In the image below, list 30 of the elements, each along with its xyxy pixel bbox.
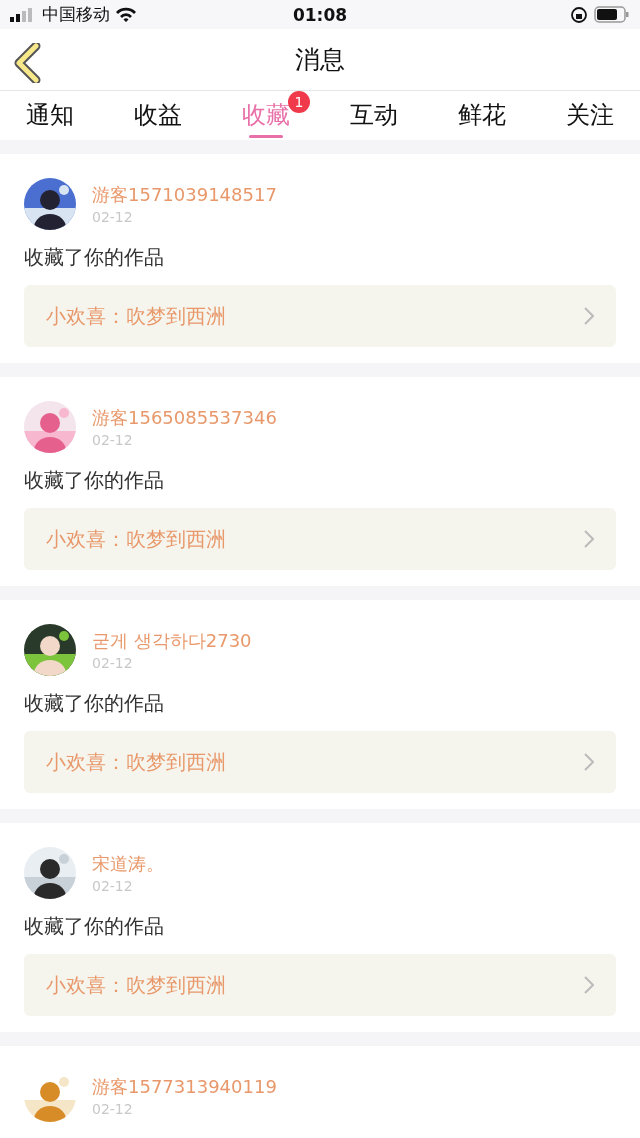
user-name[interactable]: 游客1571039148517	[92, 183, 277, 207]
chevron-right-icon	[584, 753, 594, 771]
work-link[interactable]: 小欢喜：吹梦到西洲	[24, 954, 616, 1016]
page-title: 消息	[295, 43, 345, 76]
chevron-right-icon	[584, 976, 594, 994]
tab[interactable]: 鲜花	[438, 90, 526, 140]
back-icon[interactable]	[14, 43, 42, 84]
user-name[interactable]: 游客1565085537346	[92, 406, 277, 430]
tab[interactable]: 互动	[330, 90, 418, 140]
work-link[interactable]: 小欢喜：吹梦到西洲	[24, 285, 616, 347]
work-link[interactable]: 小欢喜：吹梦到西洲	[24, 731, 616, 793]
carrier-name: 中国移动	[42, 3, 110, 27]
rotation-lock-icon	[570, 5, 588, 24]
tab[interactable]: 关注	[546, 90, 634, 140]
user-name[interactable]: 游客1577313940119	[92, 1075, 277, 1099]
status-time: 01:08	[292, 4, 348, 25]
chevron-right-icon	[584, 530, 594, 548]
chevron-right-icon	[584, 307, 594, 325]
user-name[interactable]: 굳게 생각하다2730	[92, 629, 252, 653]
work-link[interactable]: 小欢喜：吹梦到西洲	[24, 508, 616, 570]
user-name[interactable]: 宋道涛。	[92, 852, 164, 876]
battery-icon	[594, 6, 630, 24]
message-text: 收藏了你的作品	[24, 467, 165, 494]
count-badge: 1	[288, 90, 310, 113]
tab[interactable]: 收益	[114, 90, 202, 140]
message-text: 收藏了你的作品	[24, 244, 165, 271]
wifi-icon	[116, 7, 136, 23]
tab[interactable]: 通知	[6, 90, 94, 140]
message-text: 收藏了你的作品	[24, 690, 165, 717]
message-text: 收藏了你的作品	[24, 913, 165, 940]
